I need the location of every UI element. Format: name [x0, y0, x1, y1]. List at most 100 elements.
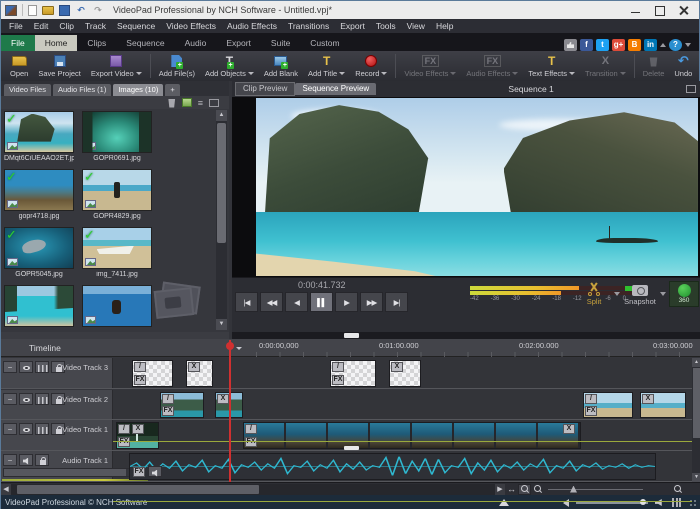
clip[interactable]: / FX	[583, 392, 633, 418]
tab-export[interactable]: Export	[216, 35, 261, 51]
detach-preview-icon[interactable]	[686, 85, 696, 93]
timeline-ruler[interactable]: Timeline 0:00:00,000 0:01:00.000 0:02:00…	[1, 339, 700, 357]
clip[interactable]: / FX	[330, 360, 376, 387]
tab-audio[interactable]: Audio	[175, 35, 217, 51]
collapse-track-icon[interactable]: −	[3, 423, 17, 435]
menu-sequence[interactable]: Sequence	[117, 21, 155, 31]
speaker-icon[interactable]	[655, 498, 665, 507]
track-mute-icon[interactable]	[19, 454, 33, 466]
chevron-down-icon[interactable]	[236, 346, 242, 350]
go-to-end-button[interactable]: ▶|	[385, 292, 408, 312]
audio-waveform-clip[interactable]: FX	[129, 453, 656, 480]
scroll-up-icon[interactable]: ▲	[216, 110, 227, 121]
clip[interactable]: / FX	[160, 392, 204, 418]
save-project-button[interactable]: Save Project	[33, 52, 86, 80]
track-visibility-icon[interactable]	[19, 393, 33, 405]
clip[interactable]: X	[186, 360, 213, 387]
media-item[interactable]: ✓ img_7411.jpg	[82, 227, 152, 278]
track-lane[interactable]: / FX X / FX X	[113, 358, 692, 388]
transition-button[interactable]: X Transition	[580, 52, 631, 80]
split-dropdown-icon[interactable]	[614, 292, 620, 296]
collapse-track-icon[interactable]: −	[3, 393, 17, 405]
tab-sequence[interactable]: Sequence	[116, 35, 174, 51]
previous-clip-button[interactable]: ◀◀	[260, 292, 283, 312]
export-video-button[interactable]: Export Video	[86, 52, 147, 80]
tab-clip-preview[interactable]: Clip Preview	[235, 82, 296, 96]
track-mixer-icon[interactable]	[35, 423, 49, 435]
fit-timeline-icon[interactable]: ↔	[505, 484, 518, 495]
dropdown-icon[interactable]	[569, 71, 576, 75]
scroll-down-icon[interactable]: ▼	[692, 473, 700, 482]
volume-knob[interactable]	[640, 499, 646, 505]
menu-edit[interactable]: Edit	[34, 21, 49, 31]
menu-audio-effects[interactable]: Audio Effects	[227, 21, 277, 31]
master-volume-slider[interactable]	[576, 498, 648, 507]
redo-icon[interactable]: ↷	[92, 5, 104, 16]
snapshot-dropdown-icon[interactable]	[660, 292, 666, 296]
step-back-button[interactable]: ◀	[285, 292, 308, 312]
menu-file[interactable]: File	[9, 21, 23, 31]
track-visibility-icon[interactable]	[19, 361, 33, 373]
tab-home[interactable]: Home	[34, 35, 78, 51]
zoom-full-icon[interactable]	[671, 484, 684, 495]
menu-clip[interactable]: Clip	[59, 21, 74, 31]
scrollbar-thumb[interactable]	[217, 123, 226, 243]
clip[interactable]: / FX	[132, 360, 173, 387]
resize-grip[interactable]	[688, 498, 697, 507]
video-effects-button[interactable]: FX Video Effects	[399, 52, 461, 80]
add-blank-button[interactable]: + Add Blank	[259, 52, 303, 80]
detach-panel-icon[interactable]	[209, 98, 219, 107]
zoom-in-icon[interactable]	[531, 484, 544, 495]
track-lane[interactable]: / FX X / FX X	[113, 390, 692, 419]
clip[interactable]: X	[389, 360, 421, 387]
media-item[interactable]	[82, 285, 152, 327]
menu-video-effects[interactable]: Video Effects	[166, 21, 216, 31]
googleplus-icon[interactable]: g+	[612, 39, 625, 51]
record-button[interactable]: Record	[350, 52, 392, 80]
360-mode-button[interactable]: 360	[669, 281, 699, 307]
timeline-vertical-scrollbar[interactable]: ▲ ▼	[692, 358, 700, 482]
seekbar-thumb[interactable]	[344, 333, 359, 338]
open-project-icon[interactable]	[42, 5, 54, 15]
media-item[interactable]: ✓ GOPR5045.jpg	[4, 227, 74, 278]
scroll-right-icon[interactable]: ▶	[495, 483, 505, 495]
dropdown-icon[interactable]	[381, 71, 388, 75]
step-forward-button[interactable]: ▶	[335, 292, 358, 312]
linkedin-icon[interactable]: in	[644, 39, 657, 51]
track-resize-handle[interactable]	[344, 446, 359, 450]
menu-tools[interactable]: Tools	[376, 21, 396, 31]
video-viewport[interactable]	[232, 97, 700, 277]
next-clip-button[interactable]: ▶▶	[360, 292, 383, 312]
snapshot-button[interactable]: Snapshot	[623, 283, 657, 306]
blogger-icon[interactable]: B	[628, 39, 641, 51]
tab-clips[interactable]: Clips	[77, 35, 116, 51]
tab-suite[interactable]: Suite	[261, 35, 300, 51]
facebook-icon[interactable]: f	[580, 39, 593, 51]
media-item[interactable]: ✓ DMqt6CiUEAAO2ET.jpg	[4, 111, 74, 162]
audio-effects-button[interactable]: FX Audio Effects	[461, 52, 523, 80]
dropdown-icon[interactable]	[247, 71, 254, 75]
add-title-button[interactable]: T Add Title	[303, 52, 350, 80]
help-icon[interactable]: ?	[669, 39, 682, 51]
scroll-left-icon[interactable]: ◀	[1, 483, 11, 495]
scrollbar-thumb[interactable]	[17, 484, 259, 494]
media-scrollbar[interactable]: ▲ ▼	[216, 110, 227, 330]
zoom-out-icon[interactable]	[518, 483, 531, 495]
clip[interactable]: X	[640, 392, 686, 418]
filmstrip-clip[interactable]: / FX X	[243, 422, 581, 449]
minimize-button[interactable]	[631, 6, 641, 15]
track-mixer-icon[interactable]	[35, 361, 49, 373]
menu-help[interactable]: Help	[436, 21, 453, 31]
tab-video-files[interactable]: Video Files	[4, 84, 51, 96]
new-project-icon[interactable]	[28, 4, 37, 16]
split-button[interactable]: Split	[577, 282, 611, 306]
delete-button[interactable]: Delete	[638, 52, 670, 80]
track-mixer-icon[interactable]	[35, 393, 49, 405]
list-view-icon[interactable]: ≡	[198, 98, 203, 108]
clip[interactable]: / X FX	[116, 422, 159, 449]
scrollbar-thumb[interactable]	[693, 368, 700, 438]
scroll-up-icon[interactable]: ▲	[692, 358, 700, 367]
open-button[interactable]: Open	[5, 52, 33, 80]
volume-collapse-icon[interactable]	[563, 498, 569, 507]
tab-file[interactable]: File	[1, 35, 35, 51]
